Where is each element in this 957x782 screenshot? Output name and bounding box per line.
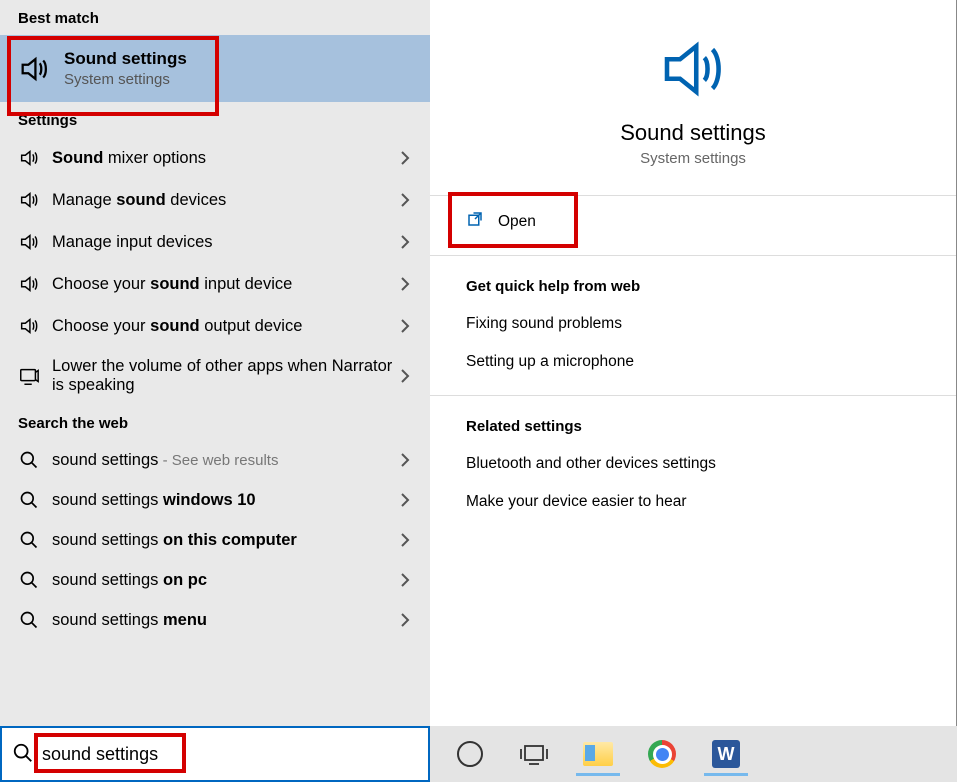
search-input[interactable] xyxy=(42,744,418,765)
related-settings-label: Related settings xyxy=(430,396,956,445)
web-group-label: Search the web xyxy=(0,405,430,440)
taskbar-word-button[interactable]: W xyxy=(700,732,752,776)
taskbar-chrome-button[interactable] xyxy=(636,732,688,776)
settings-result-item[interactable]: Lower the volume of other apps when Narr… xyxy=(0,347,430,405)
best-match-result[interactable]: Sound settings System settings xyxy=(0,35,430,102)
preview-hero: Sound settings System settings xyxy=(430,0,956,195)
result-label: sound settings on pc xyxy=(52,571,400,590)
open-action[interactable]: Open xyxy=(430,196,956,247)
search-icon xyxy=(16,610,42,630)
speaker-icon xyxy=(450,30,936,108)
chrome-icon xyxy=(648,740,676,768)
related-setting-link[interactable]: Bluetooth and other devices settings xyxy=(430,445,956,483)
chevron-right-icon xyxy=(400,369,414,383)
chevron-right-icon xyxy=(400,453,414,467)
settings-group-label: Settings xyxy=(0,102,430,137)
chevron-right-icon xyxy=(400,235,414,249)
speaker-icon xyxy=(16,231,42,253)
web-result-item[interactable]: sound settings on pc xyxy=(0,560,430,600)
search-results-panel: Best match Sound settings System setting… xyxy=(0,0,430,726)
web-results-list: sound settings - See web results sound se… xyxy=(0,440,430,640)
result-label: Lower the volume of other apps when Narr… xyxy=(52,357,400,395)
related-setting-link[interactable]: Make your device easier to hear xyxy=(430,483,956,521)
folder-icon xyxy=(583,742,613,766)
result-label: Choose your sound input device xyxy=(52,275,400,294)
taskbar: W xyxy=(430,726,957,782)
speaker-icon xyxy=(16,147,42,169)
result-label: Sound mixer options xyxy=(52,149,400,168)
search-icon xyxy=(12,742,34,767)
best-match-subtitle: System settings xyxy=(64,71,187,88)
result-label: Manage sound devices xyxy=(52,191,400,210)
speaker-icon xyxy=(14,52,54,86)
chevron-right-icon xyxy=(400,277,414,291)
preview-subtitle: System settings xyxy=(450,150,936,167)
web-result-item[interactable]: sound settings - See web results xyxy=(0,440,430,480)
narrator-icon xyxy=(16,365,42,387)
settings-result-item[interactable]: Choose your sound output device xyxy=(0,305,430,347)
bottom-bar: W xyxy=(0,726,957,782)
word-icon: W xyxy=(712,740,740,768)
quick-help-link[interactable]: Setting up a microphone xyxy=(430,343,956,381)
web-result-item[interactable]: sound settings on this computer xyxy=(0,520,430,560)
open-label: Open xyxy=(498,213,536,231)
search-icon xyxy=(16,530,42,550)
best-match-title: Sound settings xyxy=(64,49,187,69)
chevron-right-icon xyxy=(400,319,414,333)
chevron-right-icon xyxy=(400,613,414,627)
chevron-right-icon xyxy=(400,193,414,207)
chevron-right-icon xyxy=(400,151,414,165)
search-icon xyxy=(16,570,42,590)
web-result-item[interactable]: sound settings windows 10 xyxy=(0,480,430,520)
best-match-label: Best match xyxy=(0,0,430,35)
speaker-icon xyxy=(16,315,42,337)
result-label: sound settings menu xyxy=(52,611,400,630)
preview-title: Sound settings xyxy=(450,120,936,146)
result-label: Choose your sound output device xyxy=(52,317,400,336)
speaker-icon xyxy=(16,273,42,295)
cortana-icon xyxy=(457,741,483,767)
settings-results-list: Sound mixer options Manage sound devices M… xyxy=(0,137,430,405)
speaker-icon xyxy=(16,189,42,211)
result-label: sound settings on this computer xyxy=(52,531,400,550)
settings-result-item[interactable]: Choose your sound input device xyxy=(0,263,430,305)
result-label: Manage input devices xyxy=(52,233,400,252)
taskview-icon xyxy=(520,743,548,765)
settings-result-item[interactable]: Manage sound devices xyxy=(0,179,430,221)
search-box[interactable] xyxy=(0,726,430,782)
settings-result-item[interactable]: Manage input devices xyxy=(0,221,430,263)
search-icon xyxy=(16,490,42,510)
settings-result-item[interactable]: Sound mixer options xyxy=(0,137,430,179)
result-label: sound settings windows 10 xyxy=(52,491,400,510)
preview-panel: Sound settings System settings Open Get … xyxy=(430,0,957,726)
quick-help-label: Get quick help from web xyxy=(430,256,956,305)
chevron-right-icon xyxy=(400,533,414,547)
chevron-right-icon xyxy=(400,573,414,587)
result-label: sound settings - See web results xyxy=(52,451,400,470)
web-result-item[interactable]: sound settings menu xyxy=(0,600,430,640)
chevron-right-icon xyxy=(400,493,414,507)
taskbar-taskview-button[interactable] xyxy=(508,732,560,776)
open-external-icon xyxy=(466,210,484,233)
search-icon xyxy=(16,450,42,470)
taskbar-cortana-button[interactable] xyxy=(444,732,496,776)
quick-help-link[interactable]: Fixing sound problems xyxy=(430,305,956,343)
taskbar-explorer-button[interactable] xyxy=(572,732,624,776)
